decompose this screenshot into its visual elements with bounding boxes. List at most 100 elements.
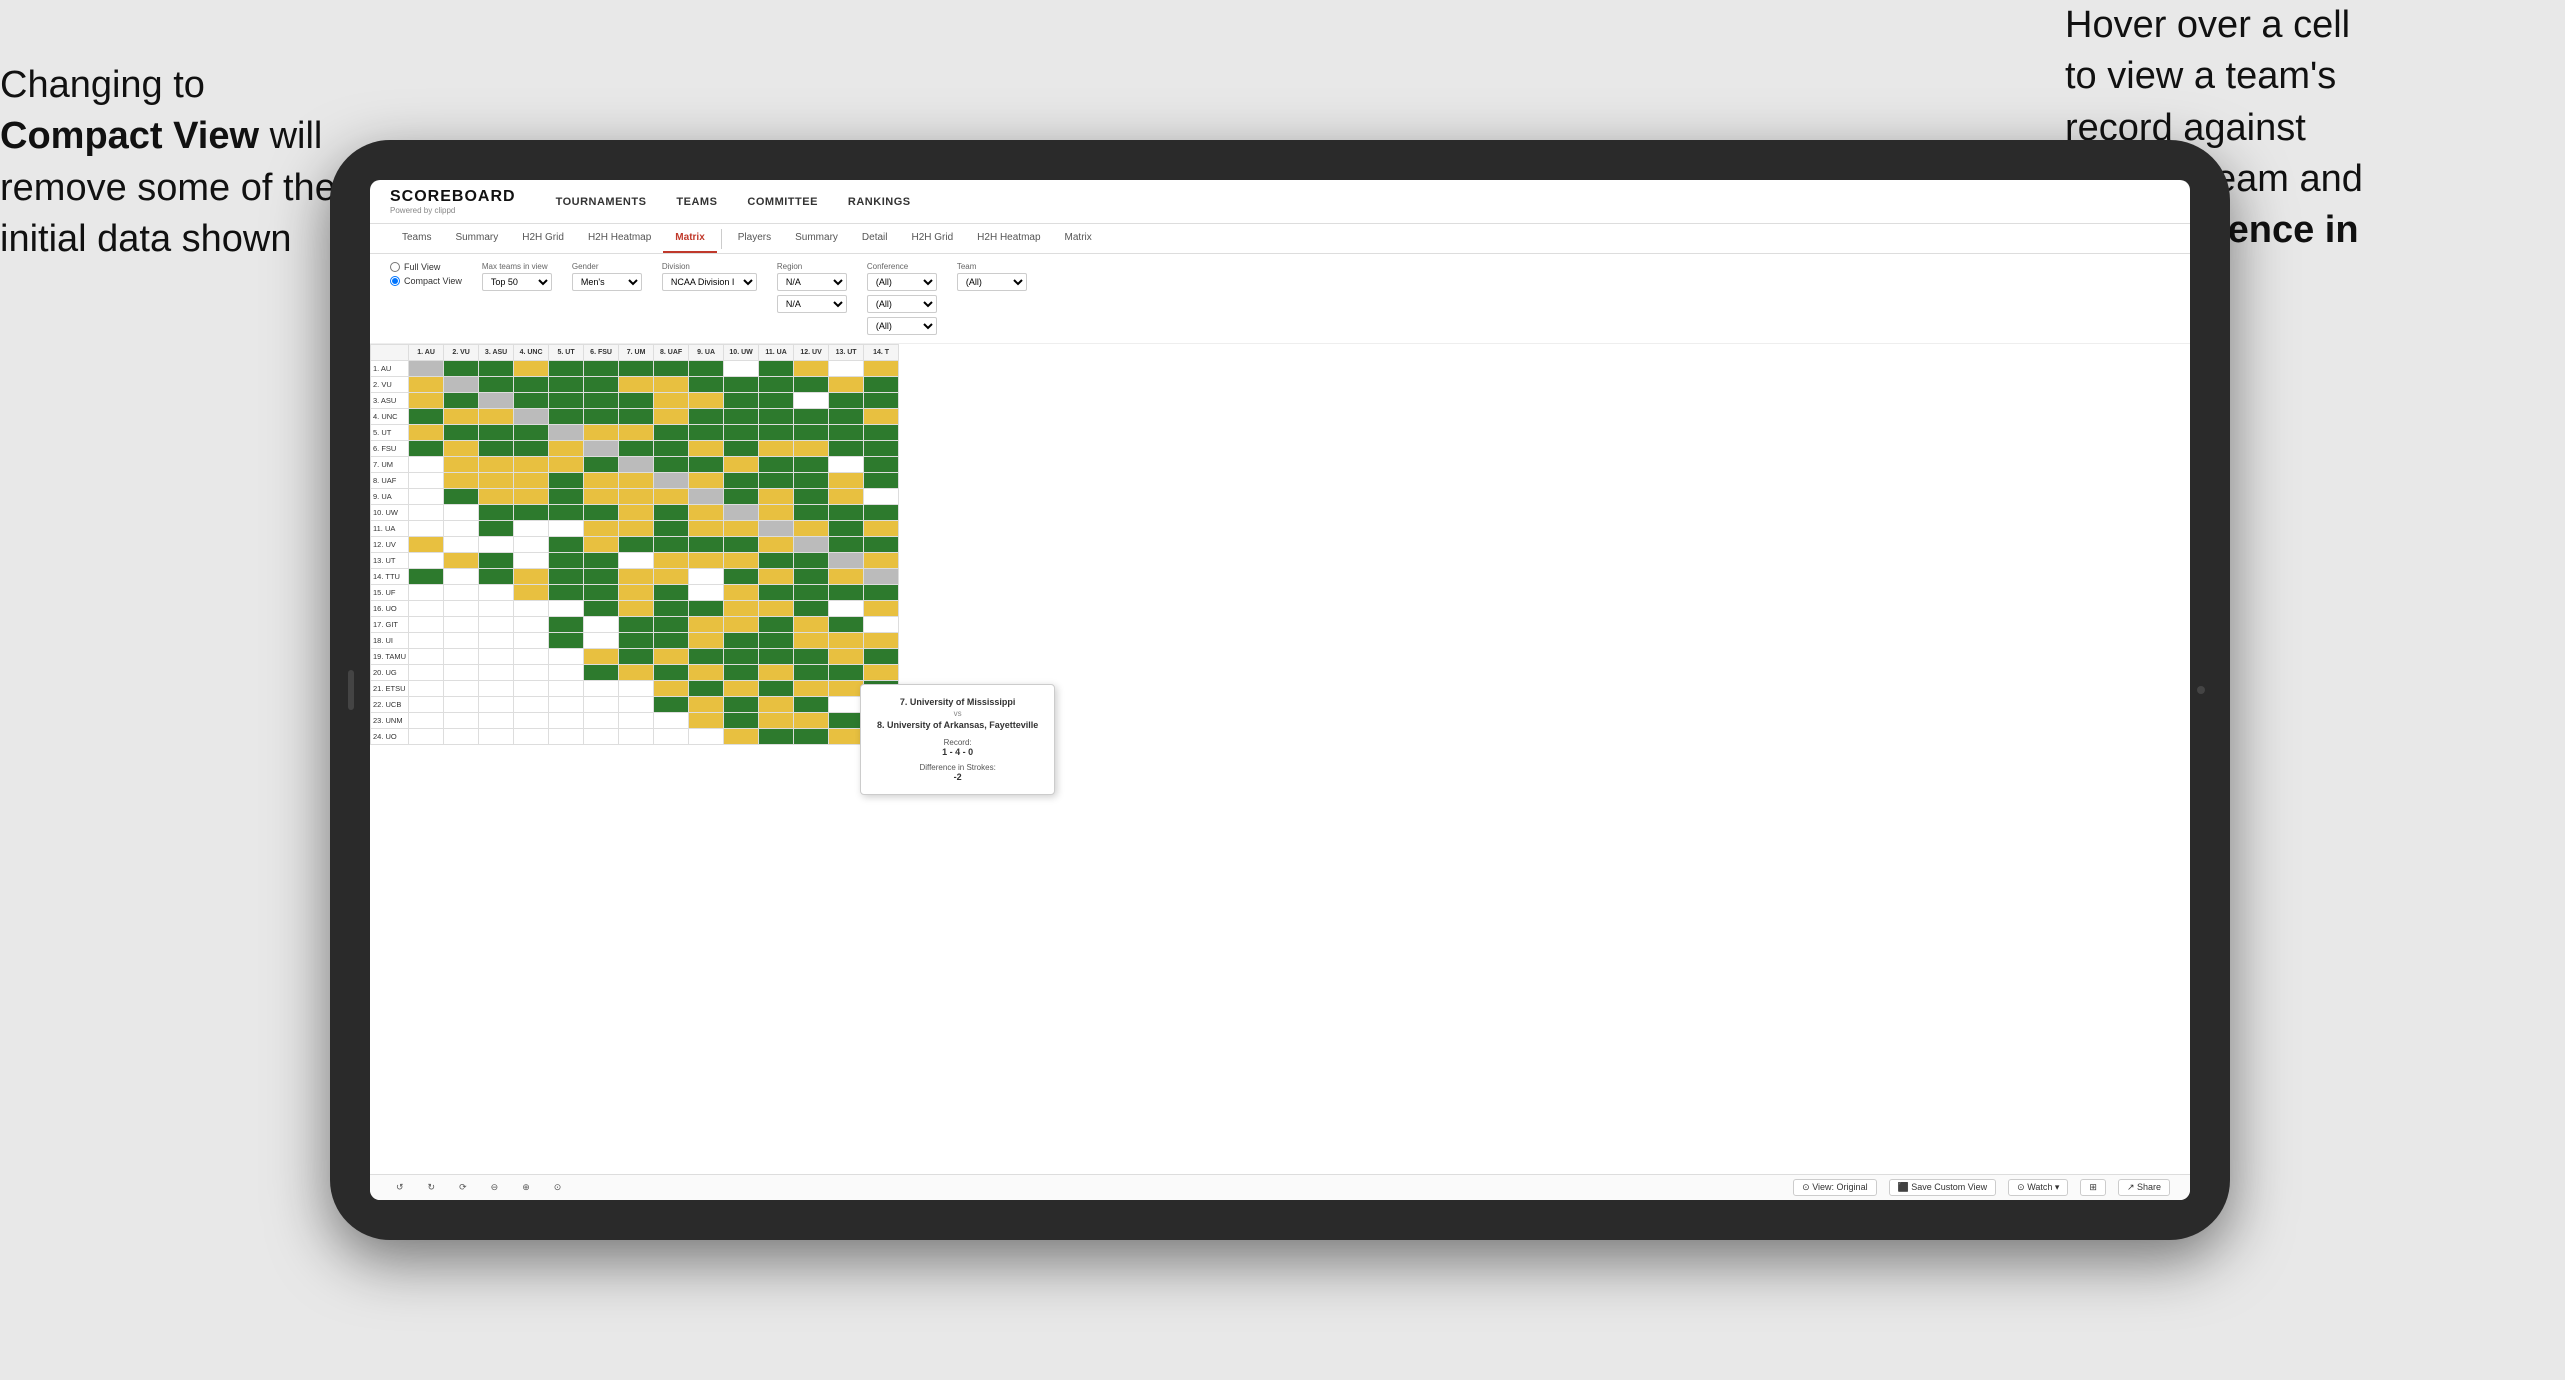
matrix-cell-11-13[interactable] — [864, 537, 899, 553]
matrix-cell-17-6[interactable] — [619, 633, 654, 649]
region-select[interactable]: N/A — [777, 273, 847, 291]
matrix-cell-2-8[interactable] — [689, 393, 724, 409]
matrix-cell-4-13[interactable] — [864, 425, 899, 441]
matrix-cell-15-5[interactable] — [584, 601, 619, 617]
matrix-cell-11-9[interactable] — [724, 537, 759, 553]
matrix-cell-23-1[interactable] — [444, 729, 479, 745]
matrix-cell-23-0[interactable] — [409, 729, 444, 745]
matrix-cell-10-13[interactable] — [864, 521, 899, 537]
matrix-cell-5-4[interactable] — [549, 441, 584, 457]
matrix-cell-7-4[interactable] — [549, 473, 584, 489]
matrix-cell-16-1[interactable] — [444, 617, 479, 633]
matrix-cell-16-6[interactable] — [619, 617, 654, 633]
matrix-cell-17-13[interactable] — [864, 633, 899, 649]
matrix-cell-13-3[interactable] — [514, 569, 549, 585]
matrix-cell-17-12[interactable] — [829, 633, 864, 649]
matrix-cell-13-5[interactable] — [584, 569, 619, 585]
matrix-cell-10-1[interactable] — [444, 521, 479, 537]
matrix-cell-13-12[interactable] — [829, 569, 864, 585]
matrix-cell-22-1[interactable] — [444, 713, 479, 729]
sub-nav-matrix2[interactable]: Matrix — [1053, 224, 1104, 253]
matrix-cell-9-13[interactable] — [864, 505, 899, 521]
matrix-cell-21-0[interactable] — [409, 697, 444, 713]
matrix-cell-2-4[interactable] — [549, 393, 584, 409]
matrix-cell-20-4[interactable] — [549, 681, 584, 697]
matrix-cell-22-12[interactable] — [829, 713, 864, 729]
matrix-cell-1-13[interactable] — [864, 377, 899, 393]
share-btn-icon[interactable]: ⊞ — [2080, 1179, 2106, 1196]
matrix-cell-19-9[interactable] — [724, 665, 759, 681]
matrix-cell-15-7[interactable] — [654, 601, 689, 617]
matrix-cell-15-4[interactable] — [549, 601, 584, 617]
matrix-cell-13-0[interactable] — [409, 569, 444, 585]
matrix-cell-0-6[interactable] — [619, 361, 654, 377]
matrix-cell-21-1[interactable] — [444, 697, 479, 713]
matrix-cell-7-13[interactable] — [864, 473, 899, 489]
matrix-cell-22-0[interactable] — [409, 713, 444, 729]
sub-nav-h2h-heatmap1[interactable]: H2H Heatmap — [576, 224, 663, 253]
matrix-cell-2-13[interactable] — [864, 393, 899, 409]
matrix-cell-3-1[interactable] — [444, 409, 479, 425]
matrix-cell-11-0[interactable] — [409, 537, 444, 553]
matrix-cell-5-13[interactable] — [864, 441, 899, 457]
matrix-cell-19-13[interactable] — [864, 665, 899, 681]
matrix-cell-13-2[interactable] — [479, 569, 514, 585]
matrix-cell-4-7[interactable] — [654, 425, 689, 441]
matrix-cell-12-9[interactable] — [724, 553, 759, 569]
matrix-cell-23-7[interactable] — [654, 729, 689, 745]
full-view-radio-label[interactable]: Full View — [390, 262, 462, 272]
matrix-cell-15-10[interactable] — [759, 601, 794, 617]
conference-select1[interactable]: (All) — [867, 273, 937, 291]
matrix-cell-16-9[interactable] — [724, 617, 759, 633]
matrix-cell-8-6[interactable] — [619, 489, 654, 505]
zoom-in-btn[interactable]: ⊕ — [516, 1180, 536, 1195]
matrix-cell-9-8[interactable] — [689, 505, 724, 521]
sub-nav-h2h-grid1[interactable]: H2H Grid — [510, 224, 576, 253]
matrix-cell-20-11[interactable] — [794, 681, 829, 697]
matrix-cell-6-7[interactable] — [654, 457, 689, 473]
sub-nav-summary1[interactable]: Summary — [443, 224, 510, 253]
matrix-cell-11-12[interactable] — [829, 537, 864, 553]
matrix-cell-12-4[interactable] — [549, 553, 584, 569]
matrix-cell-13-8[interactable] — [689, 569, 724, 585]
matrix-cell-0-9[interactable] — [724, 361, 759, 377]
nav-committee[interactable]: COMMITTEE — [747, 192, 818, 212]
matrix-cell-9-2[interactable] — [479, 505, 514, 521]
watch-btn[interactable]: ⊙ Watch ▾ — [2008, 1179, 2068, 1196]
matrix-cell-8-10[interactable] — [759, 489, 794, 505]
matrix-cell-17-1[interactable] — [444, 633, 479, 649]
matrix-cell-11-3[interactable] — [514, 537, 549, 553]
matrix-cell-16-11[interactable] — [794, 617, 829, 633]
matrix-cell-12-12[interactable] — [829, 553, 864, 569]
matrix-cell-6-0[interactable] — [409, 457, 444, 473]
matrix-cell-22-6[interactable] — [619, 713, 654, 729]
matrix-cell-3-2[interactable] — [479, 409, 514, 425]
matrix-cell-9-10[interactable] — [759, 505, 794, 521]
matrix-cell-6-5[interactable] — [584, 457, 619, 473]
matrix-cell-3-12[interactable] — [829, 409, 864, 425]
matrix-cell-10-10[interactable] — [759, 521, 794, 537]
matrix-cell-10-0[interactable] — [409, 521, 444, 537]
matrix-cell-18-12[interactable] — [829, 649, 864, 665]
matrix-cell-13-7[interactable] — [654, 569, 689, 585]
matrix-cell-18-1[interactable] — [444, 649, 479, 665]
nav-tournaments[interactable]: TOURNAMENTS — [556, 192, 647, 212]
matrix-cell-14-0[interactable] — [409, 585, 444, 601]
matrix-cell-9-1[interactable] — [444, 505, 479, 521]
matrix-cell-16-5[interactable] — [584, 617, 619, 633]
matrix-cell-3-10[interactable] — [759, 409, 794, 425]
matrix-cell-22-3[interactable] — [514, 713, 549, 729]
matrix-cell-6-11[interactable] — [794, 457, 829, 473]
matrix-cell-21-2[interactable] — [479, 697, 514, 713]
matrix-cell-12-10[interactable] — [759, 553, 794, 569]
matrix-cell-20-2[interactable] — [479, 681, 514, 697]
matrix-cell-5-2[interactable] — [479, 441, 514, 457]
matrix-cell-16-7[interactable] — [654, 617, 689, 633]
matrix-cell-8-13[interactable] — [864, 489, 899, 505]
matrix-cell-22-2[interactable] — [479, 713, 514, 729]
matrix-cell-14-7[interactable] — [654, 585, 689, 601]
compact-view-radio-label[interactable]: Compact View — [390, 276, 462, 286]
matrix-cell-13-1[interactable] — [444, 569, 479, 585]
matrix-cell-1-4[interactable] — [549, 377, 584, 393]
matrix-cell-8-12[interactable] — [829, 489, 864, 505]
